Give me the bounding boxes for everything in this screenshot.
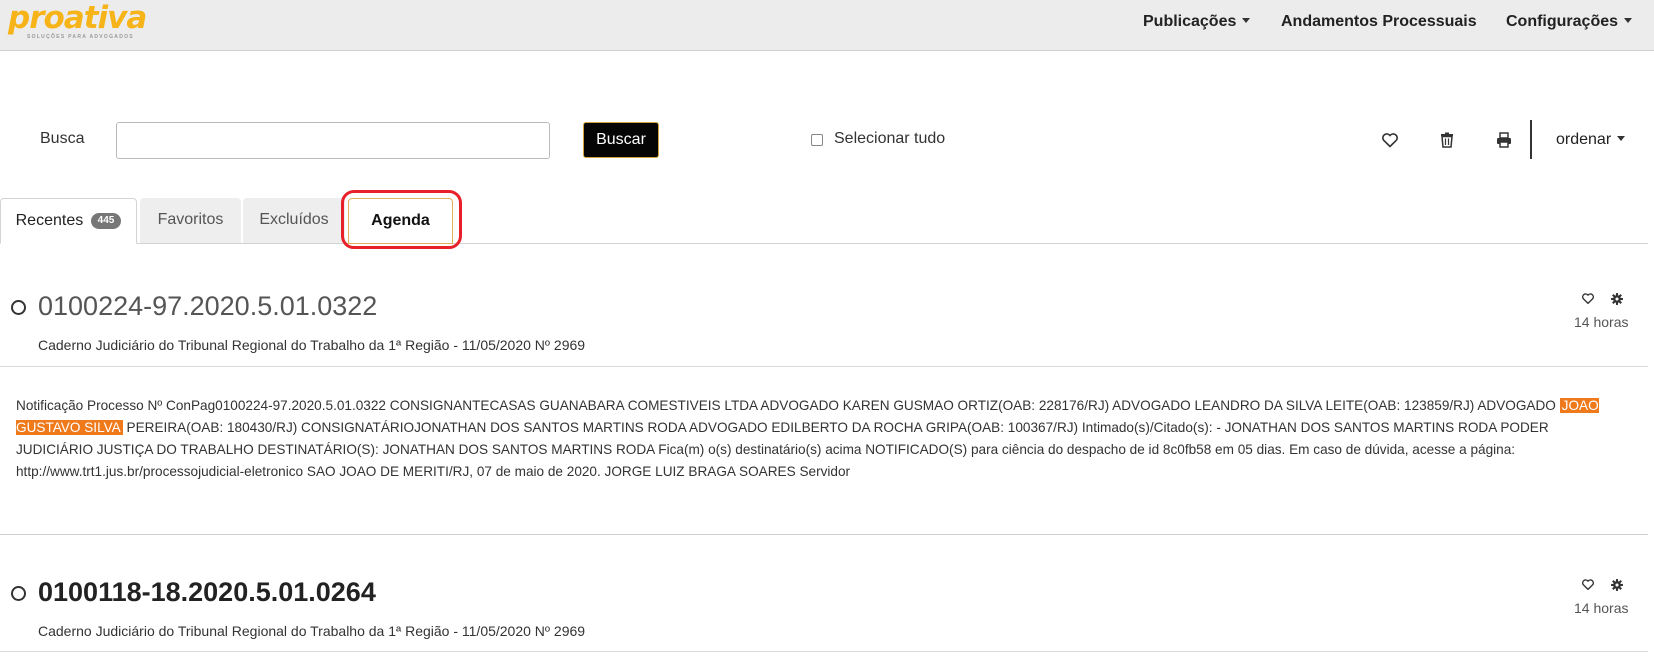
top-navbar: proativa SOLUÇÕES PARA ADVOGADOS Publica… (0, 0, 1654, 51)
result-source: Caderno Judiciário do Tribunal Regional … (38, 623, 586, 639)
result-body-text: Notificação Processo Nº ConPag0100224-97… (16, 398, 1560, 413)
tab-favoritos-label: Favoritos (157, 211, 224, 228)
tab-recentes-label: Recentes (15, 212, 84, 229)
result-divider (0, 651, 1648, 652)
gear-icon[interactable] (1610, 292, 1624, 306)
chevron-down-icon (1617, 136, 1626, 142)
tab-excluidos-label: Excluídos (259, 211, 329, 228)
result-body-text-cont: PEREIRA(OAB: 180430/RJ) CONSIGNATÁRIOJON… (16, 420, 1549, 479)
search-input[interactable] (116, 122, 550, 159)
result-time: 14 horas (1574, 600, 1629, 616)
annotation-ring (341, 190, 462, 249)
toolbar-divider (1530, 120, 1532, 159)
nav-configuracoes[interactable]: Configurações (1506, 13, 1633, 31)
tabs-baseline (0, 243, 1648, 244)
search-button[interactable]: Buscar (583, 122, 659, 158)
gear-icon[interactable] (1610, 578, 1624, 592)
nav-publicacoes[interactable]: Publicações (1143, 13, 1251, 31)
result-body: Notificação Processo Nº ConPag0100224-97… (16, 395, 1616, 483)
result-select-radio[interactable] (11, 586, 26, 601)
proativa-logo[interactable]: proativa SOLUÇÕES PARA ADVOGADOS (8, 0, 147, 42)
chevron-down-icon (1242, 18, 1251, 24)
sort-label: ordenar (1556, 131, 1612, 148)
sort-dropdown[interactable]: ordenar (1556, 131, 1626, 149)
nav-publicacoes-label: Publicações (1143, 13, 1237, 30)
tab-favoritos[interactable]: Favoritos (140, 198, 241, 243)
result-source: Caderno Judiciário do Tribunal Regional … (38, 337, 586, 353)
select-all-label: Selecionar tudo (834, 130, 946, 147)
heart-icon[interactable] (1580, 291, 1596, 306)
logo-tagline: SOLUÇÕES PARA ADVOGADOS (27, 34, 134, 40)
logo-text: proativa (8, 0, 147, 36)
heart-icon[interactable] (1380, 130, 1400, 150)
select-all-checkbox[interactable] (811, 134, 823, 146)
tab-excluidos[interactable]: Excluídos (243, 198, 345, 243)
result-divider (0, 534, 1648, 535)
tab-recentes[interactable]: Recentes 445 (0, 198, 137, 244)
nav-andamentos-label: Andamentos Processuais (1281, 13, 1477, 30)
heart-icon[interactable] (1580, 577, 1596, 592)
nav-andamentos[interactable]: Andamentos Processuais (1281, 13, 1477, 31)
result-divider (0, 366, 1648, 367)
result-select-radio[interactable] (11, 300, 26, 315)
result-process-number[interactable]: 0100118-18.2020.5.01.0264 (38, 577, 376, 608)
chevron-down-icon (1624, 18, 1633, 24)
trash-icon[interactable] (1437, 130, 1457, 150)
search-label: Busca (40, 130, 85, 147)
recentes-count-badge: 445 (90, 212, 122, 229)
print-icon[interactable] (1494, 130, 1514, 150)
result-process-number[interactable]: 0100224-97.2020.5.01.0322 (38, 291, 377, 322)
nav-configuracoes-label: Configurações (1506, 13, 1619, 30)
result-time: 14 horas (1574, 314, 1629, 330)
